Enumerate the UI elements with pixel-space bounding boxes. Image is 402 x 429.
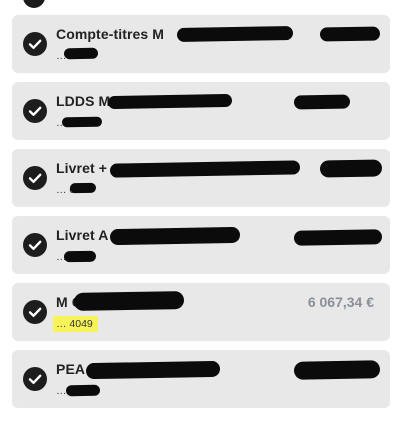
check-circle-icon bbox=[23, 99, 47, 123]
redaction-mark bbox=[293, 360, 381, 380]
check-circle-icon bbox=[23, 32, 47, 56]
redaction-mark bbox=[69, 182, 97, 194]
redaction-mark bbox=[293, 229, 383, 246]
check-circle-icon bbox=[23, 0, 45, 8]
redaction-mark bbox=[63, 250, 97, 263]
account-card-ldds[interactable]: LDDS M … bbox=[12, 82, 390, 140]
account-balance: 6 067,34 € bbox=[307, 294, 374, 310]
account-name: LDDS M bbox=[56, 93, 111, 109]
redaction-mark bbox=[107, 93, 233, 110]
account-card-m-c[interactable]: M C … 4049 6 067,34 € bbox=[12, 283, 390, 341]
account-card-livret-a[interactable]: Livret A … bbox=[12, 216, 390, 274]
redaction-mark bbox=[176, 25, 294, 43]
check-circle-icon bbox=[23, 233, 47, 257]
check-circle-icon bbox=[23, 300, 47, 324]
redaction-mark bbox=[319, 159, 383, 178]
redaction-mark bbox=[109, 160, 301, 178]
redaction-mark bbox=[61, 116, 103, 128]
account-name: PEA bbox=[56, 361, 86, 377]
account-card-compte-titres[interactable]: Compte-titres M … bbox=[12, 15, 390, 73]
account-card-livret-plus[interactable]: Livret + … 0 bbox=[12, 149, 390, 207]
redaction-mark bbox=[63, 47, 99, 60]
account-name: Livret A bbox=[56, 227, 109, 243]
check-circle-icon bbox=[23, 367, 47, 391]
redaction-mark bbox=[65, 384, 101, 397]
account-name: Compte-titres M bbox=[56, 26, 165, 42]
account-number: … 4049 bbox=[53, 316, 98, 332]
check-circle-icon bbox=[23, 166, 47, 190]
account-card-pea[interactable]: PEA … bbox=[12, 350, 390, 408]
account-list: Compte-titres M … LDDS M … Livret + … 0 … bbox=[12, 15, 390, 417]
redaction-mark bbox=[109, 226, 241, 246]
account-name: Livret + bbox=[56, 160, 107, 176]
redaction-mark bbox=[293, 94, 351, 110]
redaction-mark bbox=[73, 291, 185, 311]
redaction-mark bbox=[319, 26, 381, 42]
redaction-mark bbox=[85, 360, 221, 380]
